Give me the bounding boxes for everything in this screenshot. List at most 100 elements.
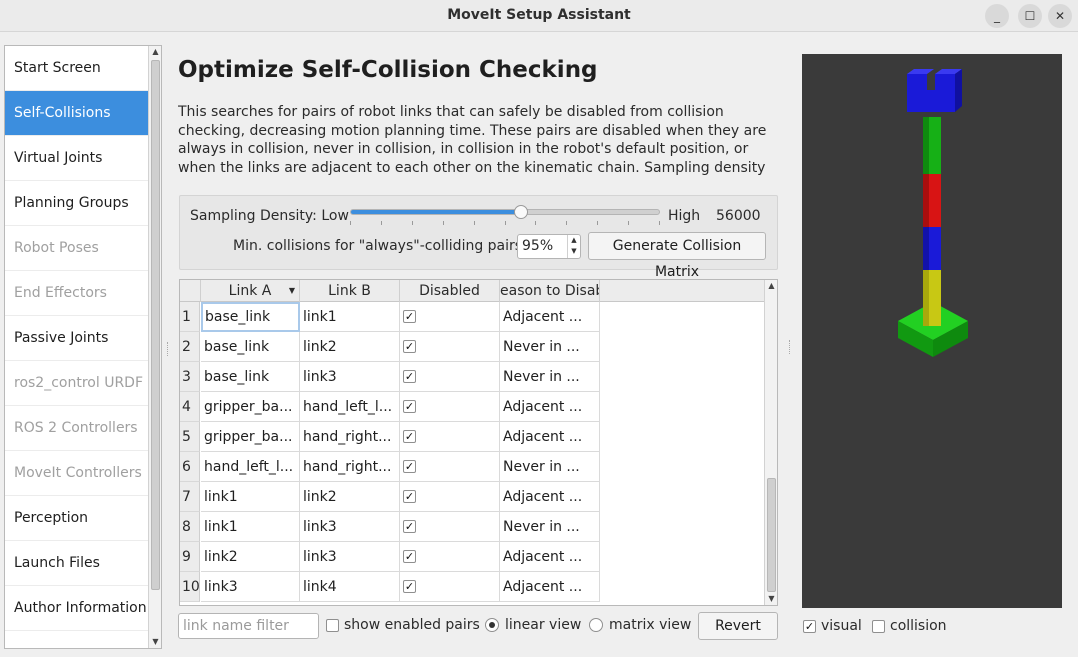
disabled-checkbox[interactable]: ✓ <box>403 370 416 383</box>
table-row[interactable]: 6 hand_left_l... hand_right... ✓ Never in ..… <box>180 452 764 482</box>
linear-view-radio[interactable] <box>485 618 499 632</box>
table-row[interactable]: 9 link2 link3 ✓ Adjacent ... <box>180 542 764 572</box>
disabled-checkbox[interactable]: ✓ <box>403 550 416 563</box>
collision-checkbox[interactable] <box>872 620 885 633</box>
scroll-up-arrow-icon[interactable]: ▲ <box>149 46 161 58</box>
splitter-handle-right[interactable] <box>789 340 791 354</box>
cell-disabled[interactable]: ✓ <box>400 572 500 602</box>
sidebar-item[interactable]: Launch Files <box>5 541 148 586</box>
header-reason[interactable]: eason to Disab <box>500 280 600 302</box>
sidebar-item[interactable]: Start Screen <box>5 46 148 91</box>
table-scrollbar[interactable]: ▲ ▼ <box>764 280 777 605</box>
sidebar-item[interactable]: Passive Joints <box>5 316 148 361</box>
table-row[interactable]: 4 gripper_ba... hand_left_l... ✓ Adjacent ..… <box>180 392 764 422</box>
minimize-button[interactable]: _ <box>985 4 1009 28</box>
spin-arrows-icon[interactable]: ▲ ▼ <box>567 235 580 258</box>
cell-link-a[interactable]: base_link <box>201 362 300 392</box>
cell-link-b[interactable]: link2 <box>300 482 400 512</box>
cell-disabled[interactable]: ✓ <box>400 542 500 572</box>
cell-reason[interactable]: Adjacent ... <box>500 482 600 512</box>
table-row[interactable]: 5 gripper_ba... hand_right... ✓ Adjacent ... <box>180 422 764 452</box>
table-row[interactable]: 8 link1 link3 ✓ Never in ... <box>180 512 764 542</box>
cell-disabled[interactable]: ✓ <box>400 332 500 362</box>
generate-collision-matrix-button[interactable]: Generate Collision Matrix <box>588 232 766 280</box>
disabled-checkbox[interactable]: ✓ <box>403 340 416 353</box>
sidebar-scrollbar[interactable]: ▲ ▼ <box>148 46 161 648</box>
header-link-a[interactable]: Link A ▼ <box>201 280 300 302</box>
sidebar-item[interactable]: Author Information <box>5 586 148 631</box>
cell-reason[interactable]: Adjacent ... <box>500 542 600 572</box>
cell-link-a[interactable]: base_link <box>201 332 300 362</box>
splitter-handle[interactable] <box>167 342 169 356</box>
scroll-down-arrow-icon[interactable]: ▼ <box>149 636 161 648</box>
cell-link-b[interactable]: link4 <box>300 572 400 602</box>
cell-reason[interactable]: Adjacent ... <box>500 572 600 602</box>
table-row[interactable]: 1 base_link link1 ✓ Adjacent ... <box>180 302 764 332</box>
cell-link-a[interactable]: link3 <box>201 572 300 602</box>
disabled-checkbox[interactable]: ✓ <box>403 520 416 533</box>
show-enabled-pairs-checkbox[interactable] <box>326 619 339 632</box>
cell-link-a[interactable]: hand_left_l... <box>201 452 300 482</box>
cell-link-a[interactable]: base_link <box>201 302 300 332</box>
matrix-view-label[interactable]: matrix view <box>609 617 691 633</box>
cell-link-b[interactable]: link2 <box>300 332 400 362</box>
cell-reason[interactable]: Never in ... <box>500 362 600 392</box>
visual-label[interactable]: visual <box>821 618 862 634</box>
link-name-filter-input[interactable]: link name filter <box>178 613 319 639</box>
table-row[interactable]: 10 link3 link4 ✓ Adjacent ... <box>180 572 764 602</box>
cell-reason[interactable]: Adjacent ... <box>500 422 600 452</box>
revert-button[interactable]: Revert <box>698 612 778 640</box>
sampling-density-slider[interactable] <box>350 209 660 215</box>
table-scroll-thumb[interactable] <box>767 478 776 592</box>
cell-reason[interactable]: Never in ... <box>500 512 600 542</box>
cell-link-b[interactable]: hand_right... <box>300 422 400 452</box>
show-enabled-pairs-label[interactable]: show enabled pairs <box>344 617 480 633</box>
cell-disabled[interactable]: ✓ <box>400 392 500 422</box>
cell-link-a[interactable]: link1 <box>201 512 300 542</box>
cell-link-a[interactable]: gripper_ba... <box>201 422 300 452</box>
cell-disabled[interactable]: ✓ <box>400 512 500 542</box>
maximize-button[interactable]: ☐ <box>1018 4 1042 28</box>
sidebar-scroll-thumb[interactable] <box>151 60 160 590</box>
cell-reason[interactable]: Never in ... <box>500 332 600 362</box>
cell-link-b[interactable]: link1 <box>300 302 400 332</box>
cell-link-b[interactable]: link3 <box>300 362 400 392</box>
cell-disabled[interactable]: ✓ <box>400 302 500 332</box>
disabled-checkbox[interactable]: ✓ <box>403 490 416 503</box>
cell-disabled[interactable]: ✓ <box>400 362 500 392</box>
sidebar-item[interactable]: MoveIt Controllers <box>5 451 148 496</box>
sidebar-item[interactable]: ROS 2 Controllers <box>5 406 148 451</box>
disabled-checkbox[interactable]: ✓ <box>403 430 416 443</box>
sidebar-item[interactable]: End Effectors <box>5 271 148 316</box>
linear-view-label[interactable]: linear view <box>505 617 581 633</box>
disabled-checkbox[interactable]: ✓ <box>403 400 416 413</box>
cell-reason[interactable]: Never in ... <box>500 452 600 482</box>
disabled-checkbox[interactable]: ✓ <box>403 310 416 323</box>
matrix-view-radio[interactable] <box>589 618 603 632</box>
cell-disabled[interactable]: ✓ <box>400 482 500 512</box>
sidebar-item[interactable]: Virtual Joints <box>5 136 148 181</box>
close-button[interactable]: ✕ <box>1048 4 1072 28</box>
sidebar-item[interactable]: ros2_control URDF M <box>5 361 148 406</box>
table-row[interactable]: 7 link1 link2 ✓ Adjacent ... <box>180 482 764 512</box>
cell-link-b[interactable]: hand_right... <box>300 452 400 482</box>
min-collisions-value[interactable]: 95% <box>522 238 553 254</box>
cell-link-b[interactable]: hand_left_l... <box>300 392 400 422</box>
header-disabled[interactable]: Disabled <box>400 280 500 302</box>
sidebar-item[interactable]: Planning Groups <box>5 181 148 226</box>
sidebar-item[interactable]: Self-Collisions <box>5 91 148 136</box>
cell-link-b[interactable]: link3 <box>300 512 400 542</box>
cell-disabled[interactable]: ✓ <box>400 452 500 482</box>
cell-link-a[interactable]: link1 <box>201 482 300 512</box>
robot-3d-viewer[interactable] <box>802 54 1062 608</box>
disabled-checkbox[interactable]: ✓ <box>403 460 416 473</box>
sidebar-item[interactable]: Robot Poses <box>5 226 148 271</box>
table-scroll-down-icon[interactable]: ▼ <box>765 593 777 605</box>
min-collisions-spinbox[interactable]: 95% ▲ ▼ <box>517 234 581 259</box>
cell-link-b[interactable]: link3 <box>300 542 400 572</box>
cell-link-a[interactable]: gripper_ba... <box>201 392 300 422</box>
header-link-b[interactable]: Link B <box>300 280 400 302</box>
slider-handle[interactable] <box>513 205 528 219</box>
disabled-checkbox[interactable]: ✓ <box>403 580 416 593</box>
table-scroll-up-icon[interactable]: ▲ <box>765 280 777 292</box>
